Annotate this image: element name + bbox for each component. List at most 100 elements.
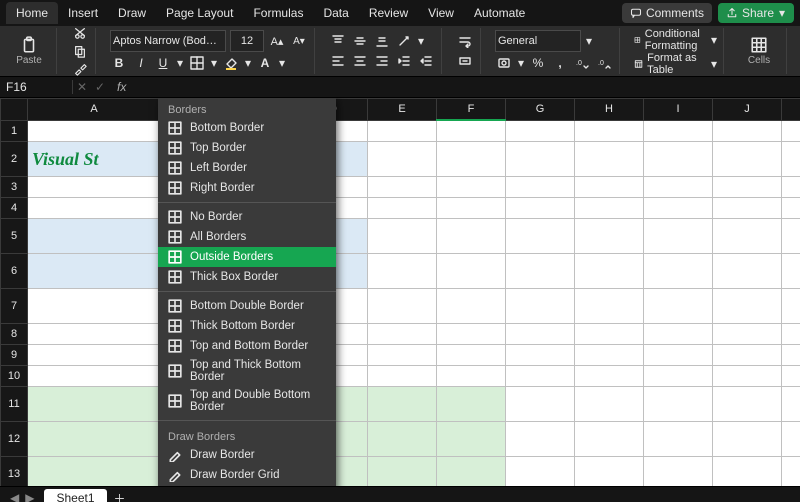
cell-J2[interactable] [713,142,782,177]
cell-E13[interactable] [368,457,437,487]
cell-A11[interactable] [28,387,161,422]
comma-button[interactable]: , [551,54,569,72]
align-right-button[interactable] [373,52,391,70]
cell-A1[interactable] [28,120,161,142]
decrease-font-button[interactable]: A▾ [290,32,308,50]
number-format-dropdown[interactable]: ▾ [585,37,593,45]
cell-K12[interactable] [782,422,800,457]
cut-button[interactable] [71,26,89,40]
cell-F13[interactable] [437,457,506,487]
border-menu-item[interactable]: No Border [158,207,336,227]
row-header-2[interactable]: 2 [1,142,28,177]
cell-A10[interactable] [28,366,161,387]
select-all-corner[interactable] [1,99,28,121]
format-painter-button[interactable] [71,62,89,76]
cell-A7[interactable] [28,289,161,324]
currency-dropdown[interactable]: ▾ [517,59,525,67]
row-header-4[interactable]: 4 [1,198,28,219]
cell-E11[interactable] [368,387,437,422]
cell-J12[interactable] [713,422,782,457]
cell-A9[interactable] [28,345,161,366]
cell-K9[interactable] [782,345,800,366]
cell-F7[interactable] [437,289,506,324]
cell-G2[interactable] [506,142,575,177]
cell-G9[interactable] [506,345,575,366]
cell-E1[interactable] [368,120,437,142]
cell-I7[interactable] [644,289,713,324]
cell-E8[interactable] [368,324,437,345]
decrease-decimal-button[interactable]: .0 [595,54,613,72]
align-center-button[interactable] [351,52,369,70]
cell-J6[interactable] [713,254,782,289]
cell-I3[interactable] [644,177,713,198]
cell-E9[interactable] [368,345,437,366]
copy-button[interactable] [71,44,89,58]
cells-button[interactable]: Cells [738,36,780,66]
increase-indent-button[interactable] [417,52,435,70]
align-left-button[interactable] [329,52,347,70]
row-header-1[interactable]: 1 [1,120,28,142]
cell-H6[interactable] [575,254,644,289]
cell-A2[interactable]: Visual St [28,142,161,177]
row-header-11[interactable]: 11 [1,387,28,422]
decrease-indent-button[interactable] [395,52,413,70]
add-sheet-button[interactable]: ＋ [111,489,129,502]
font-color-button[interactable]: A [256,54,274,72]
cell-G12[interactable] [506,422,575,457]
fill-color-button[interactable] [222,54,240,72]
cell-E3[interactable] [368,177,437,198]
row-header-9[interactable]: 9 [1,345,28,366]
merge-button[interactable] [456,52,474,70]
cell-H8[interactable] [575,324,644,345]
cell-G4[interactable] [506,198,575,219]
wrap-text-button[interactable] [456,32,474,50]
cancel-formula-icon[interactable]: ✕ [73,78,91,96]
cell-F10[interactable] [437,366,506,387]
percent-button[interactable]: % [529,54,547,72]
cell-I5[interactable] [644,219,713,254]
cell-A6[interactable] [28,254,161,289]
border-menu-item[interactable]: Draw Border Grid [158,465,336,485]
cell-H5[interactable] [575,219,644,254]
cell-G1[interactable] [506,120,575,142]
column-header-A[interactable]: A [28,99,161,121]
cell-F12[interactable] [437,422,506,457]
cell-K2[interactable] [782,142,800,177]
borders-dropdown[interactable]: ▾ [210,59,218,67]
cell-E2[interactable] [368,142,437,177]
currency-button[interactable] [495,54,513,72]
align-middle-button[interactable] [351,32,369,50]
border-menu-item[interactable]: All Borders [158,227,336,247]
cell-K7[interactable] [782,289,800,324]
cell-H1[interactable] [575,120,644,142]
orientation-dropdown[interactable]: ▾ [417,37,425,45]
border-menu-item[interactable]: Erase Border [158,485,336,486]
cell-F2[interactable] [437,142,506,177]
border-menu-item[interactable]: Thick Box Border [158,267,336,287]
tab-automate[interactable]: Automate [464,2,535,24]
cell-I9[interactable] [644,345,713,366]
border-menu-item[interactable]: Bottom Double Border [158,296,336,316]
cell-J13[interactable] [713,457,782,487]
font-color-dropdown[interactable]: ▾ [278,59,286,67]
cell-A8[interactable] [28,324,161,345]
tab-view[interactable]: View [418,2,464,24]
cell-I2[interactable] [644,142,713,177]
underline-dropdown[interactable]: ▾ [176,59,184,67]
cell-G13[interactable] [506,457,575,487]
cell-G7[interactable] [506,289,575,324]
cell-H4[interactable] [575,198,644,219]
cell-G11[interactable] [506,387,575,422]
cell-K3[interactable] [782,177,800,198]
increase-decimal-button[interactable]: .0 [573,54,591,72]
cell-G10[interactable] [506,366,575,387]
tab-data[interactable]: Data [313,2,358,24]
cell-K6[interactable] [782,254,800,289]
sheet-nav-next[interactable]: ▶ [25,491,34,502]
cell-E7[interactable] [368,289,437,324]
cell-K13[interactable] [782,457,800,487]
orientation-button[interactable] [395,32,413,50]
cell-H3[interactable] [575,177,644,198]
cell-G8[interactable] [506,324,575,345]
cell-A12[interactable] [28,422,161,457]
